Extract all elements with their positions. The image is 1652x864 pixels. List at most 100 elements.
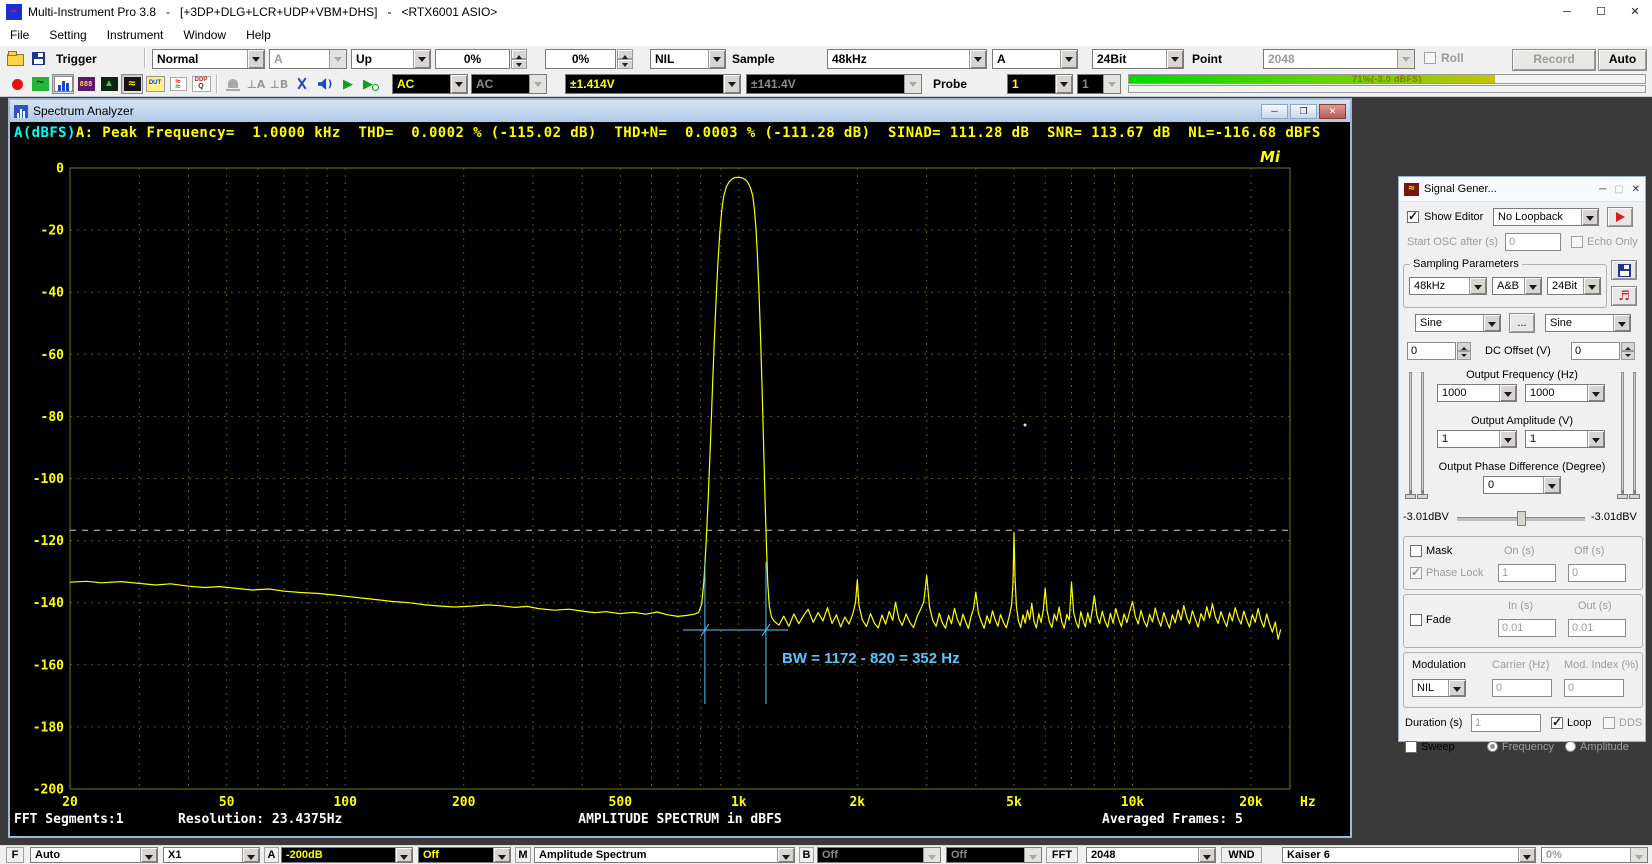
spinner-buttons[interactable] bbox=[1621, 342, 1635, 360]
minimize-button[interactable]: ─ bbox=[1550, 0, 1584, 24]
spin-down-icon[interactable] bbox=[1457, 351, 1471, 360]
chevron-down-icon[interactable] bbox=[1448, 680, 1465, 696]
bandwidth-markers[interactable] bbox=[683, 562, 788, 704]
chevron-down-icon[interactable] bbox=[723, 75, 740, 93]
mask-checkbox[interactable] bbox=[1410, 545, 1422, 557]
chevron-down-icon[interactable] bbox=[1613, 315, 1630, 331]
chevron-down-icon[interactable] bbox=[777, 848, 794, 862]
menu-instrument[interactable]: Instrument bbox=[97, 28, 174, 42]
spin-down-icon[interactable] bbox=[511, 59, 527, 69]
signal-generator-button[interactable]: ≈ bbox=[121, 74, 143, 94]
slider-handle[interactable] bbox=[1629, 494, 1640, 499]
slider-handle[interactable] bbox=[1617, 494, 1628, 499]
sample-rate-combo[interactable]: 48kHz bbox=[827, 49, 987, 69]
extra-a-combo[interactable]: Off bbox=[418, 847, 511, 863]
dc-offset-a-spinner[interactable]: 0 bbox=[1407, 342, 1471, 360]
slider-handle[interactable] bbox=[1417, 494, 1428, 499]
chevron-down-icon[interactable] bbox=[1166, 50, 1183, 68]
chevron-down-icon[interactable] bbox=[1524, 278, 1541, 294]
chevron-down-icon[interactable] bbox=[1583, 278, 1600, 294]
zoom-combo[interactable]: X1 bbox=[163, 847, 260, 863]
maximize-button[interactable]: ☐ bbox=[1584, 0, 1618, 24]
close-button[interactable]: ✕ bbox=[1319, 104, 1346, 119]
chevron-down-icon[interactable] bbox=[1499, 385, 1516, 401]
spectrum-plot[interactable]: 20501002005001k2k5k10k20kHz0-20-40-60-80… bbox=[10, 122, 1350, 836]
minimize-button[interactable]: ─ bbox=[1599, 184, 1606, 195]
frequency-axis-combo[interactable]: Auto bbox=[30, 847, 158, 863]
close-button[interactable]: ✕ bbox=[1618, 0, 1652, 24]
play-loop-button[interactable]: ▶ bbox=[360, 74, 382, 94]
bit-depth-combo[interactable]: 24Bit bbox=[1092, 49, 1184, 69]
chevron-down-icon[interactable] bbox=[1499, 431, 1516, 447]
spinner-buttons[interactable] bbox=[511, 49, 527, 69]
chevron-down-icon[interactable] bbox=[242, 848, 259, 862]
sound-output-button[interactable]: ) bbox=[314, 74, 336, 94]
play-button[interactable]: ▶ bbox=[337, 74, 359, 94]
waveform-b-combo[interactable]: Sine bbox=[1545, 314, 1631, 332]
menu-window[interactable]: Window bbox=[173, 28, 236, 42]
spin-down-icon[interactable] bbox=[617, 59, 633, 69]
fft-size-combo[interactable]: 2048 bbox=[1086, 847, 1216, 863]
dc-offset-b-spinner[interactable]: 0 bbox=[1571, 342, 1635, 360]
dc-offset-b-value[interactable]: 0 bbox=[1571, 342, 1620, 360]
chevron-down-icon[interactable] bbox=[1543, 477, 1560, 493]
range-a-display-combo[interactable]: -200dB bbox=[281, 847, 413, 863]
generator-rate-combo[interactable]: 48kHz bbox=[1409, 277, 1487, 295]
minimize-button[interactable]: ─ bbox=[1261, 104, 1288, 119]
menu-file[interactable]: File bbox=[0, 28, 39, 42]
chevron-down-icon[interactable] bbox=[1198, 848, 1215, 862]
menu-help[interactable]: Help bbox=[236, 28, 281, 42]
chevron-down-icon[interactable] bbox=[1483, 315, 1500, 331]
frequency-b-combo[interactable]: 1000 bbox=[1525, 384, 1605, 402]
more-options-button[interactable]: ... bbox=[1509, 313, 1535, 333]
oscilloscope-button[interactable]: ~ bbox=[29, 74, 51, 94]
sample-channel-combo[interactable]: A bbox=[992, 49, 1078, 69]
phase-combo[interactable]: 0 bbox=[1483, 476, 1561, 494]
probe-a-combo[interactable]: 1 bbox=[1007, 74, 1073, 94]
spectrum-3d-plot-button[interactable]: ▲ bbox=[98, 74, 120, 94]
dc-offset-a-value[interactable]: 0 bbox=[1407, 342, 1456, 360]
chevron-down-icon[interactable] bbox=[140, 848, 157, 862]
trigger-delay-spinner[interactable]: 0% bbox=[545, 49, 633, 69]
show-editor-checkbox[interactable] bbox=[1407, 211, 1419, 223]
music-score-button[interactable]: ♬ bbox=[1611, 286, 1637, 306]
trigger-delay-value[interactable]: 0% bbox=[545, 49, 616, 69]
auto-button[interactable]: Auto bbox=[1598, 49, 1647, 71]
chevron-down-icon[interactable] bbox=[1587, 385, 1604, 401]
open-file-button[interactable] bbox=[4, 48, 26, 68]
chevron-down-icon[interactable] bbox=[413, 50, 430, 68]
generator-channels-combo[interactable]: A&B bbox=[1492, 277, 1542, 295]
save-signal-button[interactable] bbox=[1611, 260, 1637, 280]
run-generator-button[interactable] bbox=[1607, 207, 1633, 227]
chevron-down-icon[interactable] bbox=[395, 848, 412, 862]
signal-generator-titlebar[interactable]: ≈ Signal Gener... ─ ▢ ✕ bbox=[1399, 177, 1645, 202]
chevron-down-icon[interactable] bbox=[1518, 848, 1535, 862]
generator-bits-combo[interactable]: 24Bit bbox=[1547, 277, 1601, 295]
save-file-button[interactable] bbox=[27, 48, 49, 68]
data-parser-button[interactable]: DDPQ bbox=[190, 74, 212, 94]
coupling-a-combo[interactable]: AC bbox=[392, 74, 468, 94]
spin-up-icon[interactable] bbox=[511, 49, 527, 59]
chevron-down-icon[interactable] bbox=[1581, 209, 1598, 225]
waveform-a-combo[interactable]: Sine bbox=[1415, 314, 1501, 332]
chevron-down-icon[interactable] bbox=[450, 75, 467, 93]
chevron-down-icon[interactable] bbox=[1587, 431, 1604, 447]
chevron-down-icon[interactable] bbox=[1055, 75, 1072, 93]
close-button[interactable]: ✕ bbox=[1632, 184, 1640, 195]
spinner-buttons[interactable] bbox=[1457, 342, 1471, 360]
chevron-down-icon[interactable] bbox=[1469, 278, 1486, 294]
trigger-level-spinner[interactable]: 0% bbox=[435, 49, 527, 69]
chevron-down-icon[interactable] bbox=[493, 848, 510, 862]
frequency-a-combo[interactable]: 1000 bbox=[1437, 384, 1517, 402]
slider-handle[interactable] bbox=[1405, 494, 1416, 499]
spin-down-icon[interactable] bbox=[1621, 351, 1635, 360]
view-mode-combo[interactable]: Amplitude Spectrum bbox=[534, 847, 795, 863]
trigger-edge-combo[interactable]: Up bbox=[351, 49, 431, 69]
menu-setting[interactable]: Setting bbox=[39, 28, 96, 42]
loopback-combo[interactable]: No Loopback bbox=[1493, 208, 1599, 226]
spin-up-icon[interactable] bbox=[1621, 342, 1635, 351]
spin-up-icon[interactable] bbox=[1457, 342, 1471, 351]
derived-data-button[interactable]: ≈≈ bbox=[167, 74, 189, 94]
loop-checkbox[interactable] bbox=[1551, 717, 1563, 729]
restore-button[interactable]: ❐ bbox=[1290, 104, 1317, 119]
